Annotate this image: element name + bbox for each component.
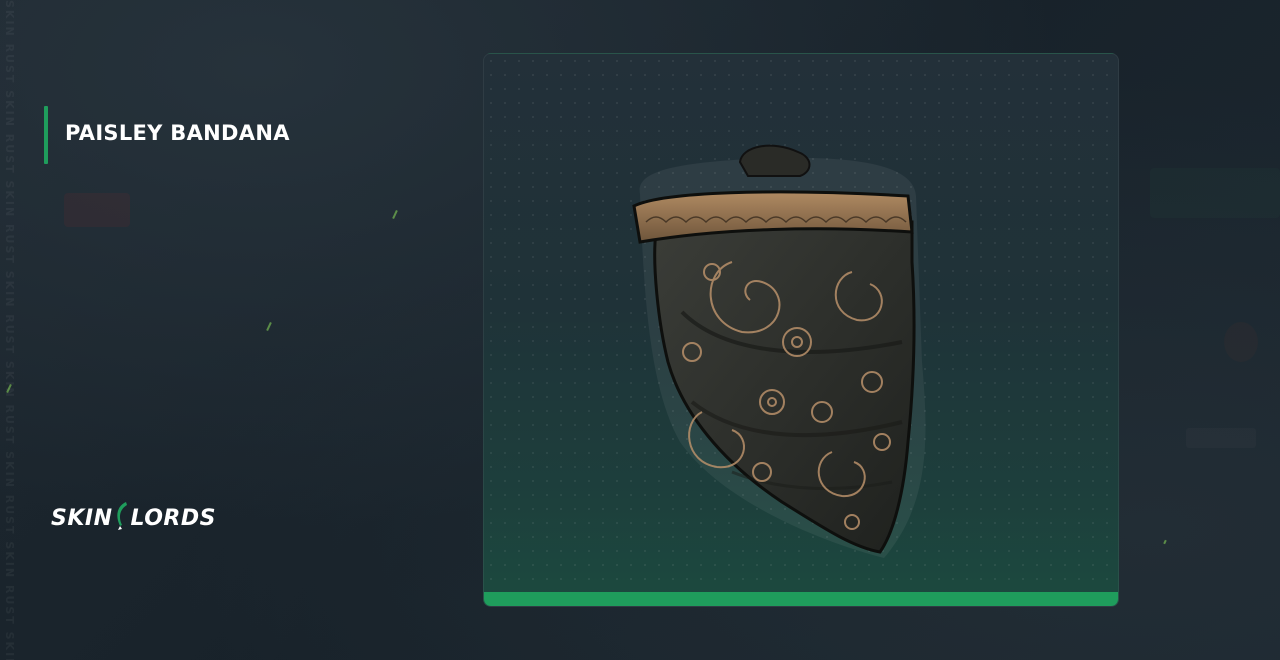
faded-icon (1224, 322, 1258, 362)
spark-decoration (392, 209, 398, 220)
watermark-strip: SKIN RUST SKIN RUST SKIN RUST SKIN RUST … (3, 0, 16, 660)
brand-logo: SKIN LORDS (51, 500, 216, 536)
sickle-icon (114, 500, 130, 536)
logo-text-right: LORDS (130, 505, 216, 531)
spark-decoration (266, 321, 272, 332)
faded-panel (1150, 168, 1280, 218)
rarity-bar (484, 592, 1118, 606)
faded-label (1186, 428, 1256, 448)
item-title: PAISLEY BANDANA (65, 121, 290, 145)
title-accent-bar (44, 106, 48, 164)
item-showcase: SKIN RUST SKIN RUST SKIN RUST SKIN RUST … (0, 0, 1280, 660)
spark-decoration (1163, 539, 1167, 545)
item-card (483, 53, 1119, 607)
logo-text-left: SKIN (51, 505, 113, 531)
faded-badge (64, 193, 130, 227)
bandana-item (632, 144, 926, 558)
